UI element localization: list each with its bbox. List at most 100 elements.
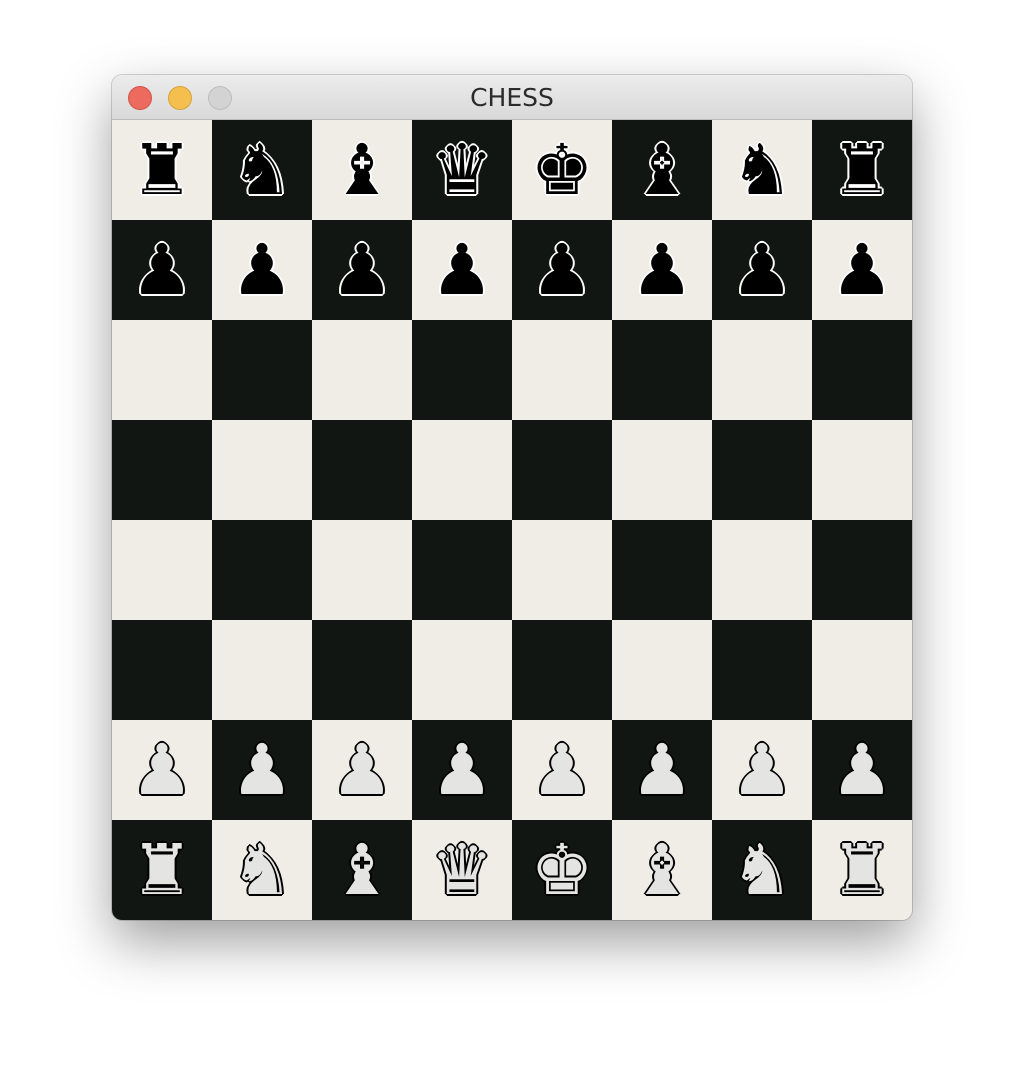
black-pawn-icon[interactable]: ♟ [431, 235, 494, 305]
black-rook-icon[interactable]: ♜ [131, 135, 194, 205]
square-g3[interactable] [712, 620, 812, 720]
square-g7[interactable]: ♟ [712, 220, 812, 320]
black-bishop-icon[interactable]: ♝ [331, 135, 394, 205]
square-e4[interactable] [512, 520, 612, 620]
square-a8[interactable]: ♜ [112, 120, 212, 220]
square-d4[interactable] [412, 520, 512, 620]
white-pawn-icon[interactable]: ♟ [631, 735, 694, 805]
white-knight-icon[interactable]: ♞ [231, 835, 294, 905]
square-a2[interactable]: ♟ [112, 720, 212, 820]
square-a3[interactable] [112, 620, 212, 720]
white-pawn-icon[interactable]: ♟ [431, 735, 494, 805]
white-king-icon[interactable]: ♚ [531, 835, 594, 905]
square-h6[interactable] [812, 320, 912, 420]
square-a6[interactable] [112, 320, 212, 420]
square-e5[interactable] [512, 420, 612, 520]
square-h1[interactable]: ♜ [812, 820, 912, 920]
square-e2[interactable]: ♟ [512, 720, 612, 820]
square-d8[interactable]: ♛ [412, 120, 512, 220]
square-e7[interactable]: ♟ [512, 220, 612, 320]
black-pawn-icon[interactable]: ♟ [631, 235, 694, 305]
white-pawn-icon[interactable]: ♟ [731, 735, 794, 805]
square-e3[interactable] [512, 620, 612, 720]
square-b4[interactable] [212, 520, 312, 620]
title-bar[interactable]: CHESS [112, 75, 912, 120]
square-e1[interactable]: ♚ [512, 820, 612, 920]
white-knight-icon[interactable]: ♞ [731, 835, 794, 905]
square-a7[interactable]: ♟ [112, 220, 212, 320]
white-bishop-icon[interactable]: ♝ [331, 835, 394, 905]
square-c5[interactable] [312, 420, 412, 520]
chess-board: ♜ ♞ ♝ ♛ ♚ ♝ ♞ ♜ ♟ ♟ ♟ ♟ ♟ ♟ ♟ ♟ ♟ ♟ ♟ ♟ ♟ ♟ ♟ ♟ ♜ ♞ ♝ ♛ ♚ ♝ ♞ ♜ [112, 120, 912, 920]
window-title: CHESS [470, 83, 554, 112]
square-h3[interactable] [812, 620, 912, 720]
square-a4[interactable] [112, 520, 212, 620]
square-g2[interactable]: ♟ [712, 720, 812, 820]
black-knight-icon[interactable]: ♞ [231, 135, 294, 205]
black-pawn-icon[interactable]: ♟ [531, 235, 594, 305]
square-c6[interactable] [312, 320, 412, 420]
black-knight-icon[interactable]: ♞ [731, 135, 794, 205]
square-d7[interactable]: ♟ [412, 220, 512, 320]
square-g6[interactable] [712, 320, 812, 420]
black-pawn-icon[interactable]: ♟ [231, 235, 294, 305]
square-h5[interactable] [812, 420, 912, 520]
square-d5[interactable] [412, 420, 512, 520]
white-rook-icon[interactable]: ♜ [131, 835, 194, 905]
black-pawn-icon[interactable]: ♟ [331, 235, 394, 305]
square-e6[interactable] [512, 320, 612, 420]
square-e8[interactable]: ♚ [512, 120, 612, 220]
white-pawn-icon[interactable]: ♟ [131, 735, 194, 805]
square-f4[interactable] [612, 520, 712, 620]
square-h8[interactable]: ♜ [812, 120, 912, 220]
square-c4[interactable] [312, 520, 412, 620]
square-f1[interactable]: ♝ [612, 820, 712, 920]
white-bishop-icon[interactable]: ♝ [631, 835, 694, 905]
black-bishop-icon[interactable]: ♝ [631, 135, 694, 205]
white-pawn-icon[interactable]: ♟ [231, 735, 294, 805]
black-pawn-icon[interactable]: ♟ [731, 235, 794, 305]
square-d2[interactable]: ♟ [412, 720, 512, 820]
square-c1[interactable]: ♝ [312, 820, 412, 920]
white-pawn-icon[interactable]: ♟ [831, 735, 894, 805]
square-g5[interactable] [712, 420, 812, 520]
square-a1[interactable]: ♜ [112, 820, 212, 920]
square-f5[interactable] [612, 420, 712, 520]
square-a5[interactable] [112, 420, 212, 520]
white-rook-icon[interactable]: ♜ [831, 835, 894, 905]
black-king-icon[interactable]: ♚ [531, 135, 594, 205]
square-g4[interactable] [712, 520, 812, 620]
square-c7[interactable]: ♟ [312, 220, 412, 320]
square-h7[interactable]: ♟ [812, 220, 912, 320]
square-b1[interactable]: ♞ [212, 820, 312, 920]
square-f7[interactable]: ♟ [612, 220, 712, 320]
square-h2[interactable]: ♟ [812, 720, 912, 820]
square-b8[interactable]: ♞ [212, 120, 312, 220]
square-d1[interactable]: ♛ [412, 820, 512, 920]
square-g8[interactable]: ♞ [712, 120, 812, 220]
chess-window: CHESS ♜ ♞ ♝ ♛ ♚ ♝ ♞ ♜ ♟ ♟ ♟ ♟ ♟ ♟ ♟ ♟ ♟ ♟ ♟ ♟ ♟ ♟ ♟ ♟ ♜ ♞ ♝ ♛ ♚ ♝ ♞ ♜ [112, 75, 912, 920]
square-d6[interactable] [412, 320, 512, 420]
square-g1[interactable]: ♞ [712, 820, 812, 920]
square-b7[interactable]: ♟ [212, 220, 312, 320]
square-c2[interactable]: ♟ [312, 720, 412, 820]
square-h4[interactable] [812, 520, 912, 620]
black-rook-icon[interactable]: ♜ [831, 135, 894, 205]
square-d3[interactable] [412, 620, 512, 720]
black-pawn-icon[interactable]: ♟ [131, 235, 194, 305]
square-f3[interactable] [612, 620, 712, 720]
white-pawn-icon[interactable]: ♟ [531, 735, 594, 805]
black-pawn-icon[interactable]: ♟ [831, 235, 894, 305]
white-queen-icon[interactable]: ♛ [431, 835, 494, 905]
square-b3[interactable] [212, 620, 312, 720]
square-f2[interactable]: ♟ [612, 720, 712, 820]
black-queen-icon[interactable]: ♛ [431, 135, 494, 205]
white-pawn-icon[interactable]: ♟ [331, 735, 394, 805]
square-c3[interactable] [312, 620, 412, 720]
square-f6[interactable] [612, 320, 712, 420]
square-f8[interactable]: ♝ [612, 120, 712, 220]
square-b2[interactable]: ♟ [212, 720, 312, 820]
square-b6[interactable] [212, 320, 312, 420]
square-c8[interactable]: ♝ [312, 120, 412, 220]
square-b5[interactable] [212, 420, 312, 520]
